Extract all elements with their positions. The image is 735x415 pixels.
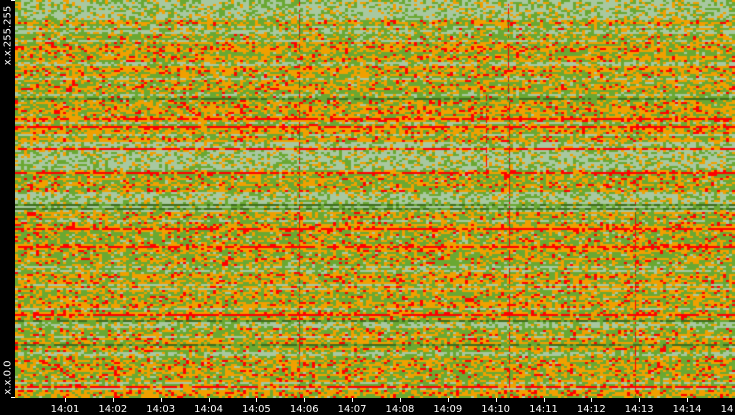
y-tick-label-top: x.x.255.255 xyxy=(2,5,14,66)
x-tick xyxy=(65,398,66,402)
x-tick xyxy=(495,398,497,402)
x-tick-label: 14:07 xyxy=(337,404,367,415)
x-tick-label: 14:14 xyxy=(672,404,702,415)
x-tick-label: 14:13 xyxy=(624,404,654,415)
x-tick-label: 14:01 xyxy=(50,404,80,415)
x-tick xyxy=(639,398,641,402)
x-tick-label: 14:10 xyxy=(481,404,511,415)
y-tick-top xyxy=(11,0,15,1)
x-tick-label: 14:02 xyxy=(98,404,128,415)
x-tick xyxy=(399,398,401,402)
x-tick-label: 14:03 xyxy=(146,404,176,415)
x-tick xyxy=(687,398,689,402)
x-tick xyxy=(352,398,354,402)
heatmap-chart: x.x.255.255 x.x.0.0 14:01 14:02 14:03 14:04… xyxy=(0,0,735,415)
x-tick-label: 14:04 xyxy=(194,404,223,415)
x-tick xyxy=(256,398,258,402)
x-tick xyxy=(304,398,306,402)
y-tick-bottom xyxy=(11,397,15,398)
x-tick xyxy=(591,398,593,402)
x-tick-label: 14:11 xyxy=(529,404,558,415)
x-tick xyxy=(160,398,162,402)
heatmap-canvas xyxy=(15,0,735,398)
x-tick xyxy=(543,398,545,402)
x-tick xyxy=(208,398,210,402)
x-tick-label: 14 xyxy=(720,404,734,415)
x-tick-label: 14:05 xyxy=(241,404,271,415)
x-tick-label: 14:06 xyxy=(289,404,319,415)
x-tick-label: 14:09 xyxy=(433,404,463,415)
x-tick-label: 14:08 xyxy=(385,404,415,415)
y-tick-label-bottom: x.x.0.0 xyxy=(2,360,14,395)
x-tick xyxy=(112,398,114,402)
x-tick xyxy=(447,398,449,402)
x-tick-label: 14:12 xyxy=(576,404,606,415)
